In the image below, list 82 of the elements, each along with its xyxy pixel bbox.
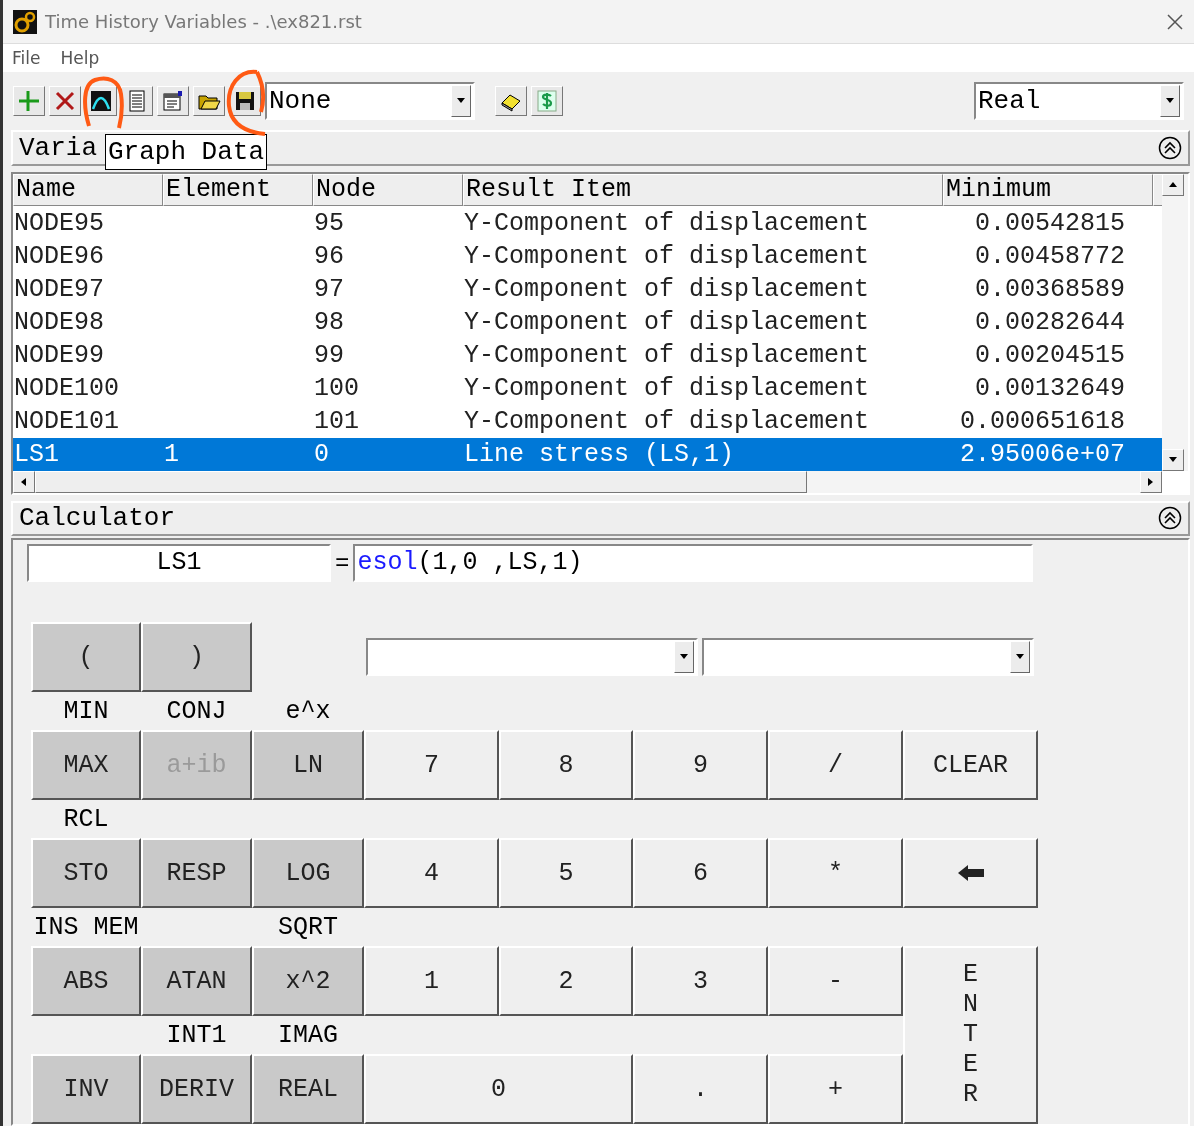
calculator-key[interactable]: * <box>768 838 903 908</box>
table-cell[interactable]: 2.95006e+07 <box>943 437 1162 471</box>
dropdown[interactable] <box>702 638 1034 676</box>
graph-icon <box>89 88 113 113</box>
calculator-key[interactable]: 8 <box>499 730 633 800</box>
calculator-key[interactable]: 2 <box>499 946 633 1016</box>
menu-item[interactable]: File <box>12 47 41 68</box>
type-dropdown[interactable]: Real <box>974 81 1184 120</box>
calculator-key[interactable]: ) <box>141 622 252 692</box>
calculator-key[interactable]: x^2 <box>252 946 364 1016</box>
column-header[interactable]: Node <box>313 173 463 206</box>
calculator-key[interactable]: / <box>768 730 903 800</box>
calculator-key[interactable]: MAX <box>31 730 141 800</box>
calculator-key[interactable]: 4 <box>364 838 499 908</box>
graph-button[interactable] <box>85 85 117 116</box>
add-icon <box>17 88 41 113</box>
filter-dropdown[interactable]: None <box>265 81 475 120</box>
key-caption: INT1 <box>165 1019 228 1052</box>
calculator-key[interactable]: 9 <box>633 730 768 800</box>
key-caption: CONJ <box>165 695 228 728</box>
table-cell[interactable]: LS1 <box>13 437 163 471</box>
close-icon[interactable] <box>1166 12 1184 31</box>
equals-sign: = <box>335 549 350 577</box>
calculator-key[interactable]: REAL <box>252 1054 364 1124</box>
calculator-key[interactable]: CLEAR <box>903 730 1038 800</box>
list-button[interactable] <box>121 85 153 116</box>
calculator-key[interactable]: 0 <box>364 1054 633 1124</box>
collapse-icon[interactable] <box>1158 506 1182 531</box>
expression-field[interactable]: esol(1,0 ,LS,1) <box>353 544 1034 582</box>
calculator-key[interactable]: LN <box>252 730 364 800</box>
section-title: Calculator <box>19 503 176 534</box>
key-caption: IMAG <box>277 1019 339 1052</box>
banknote-button[interactable] <box>531 85 563 116</box>
key-caption: RCL <box>62 803 110 836</box>
calculator-key[interactable]: ATAN <box>141 946 252 1016</box>
column-header[interactable]: Minimum <box>943 173 1153 206</box>
menu-item[interactable]: Help <box>60 47 100 68</box>
calculator-key[interactable]: INV <box>31 1054 141 1124</box>
calculator-key[interactable]: STO <box>31 838 141 908</box>
calculator-key[interactable]: 3 <box>633 946 768 1016</box>
calculator-key[interactable]: LOG <box>252 838 364 908</box>
calculator-key[interactable] <box>903 838 1038 908</box>
left-arrow-icon <box>19 476 29 487</box>
table-cell[interactable]: 1 <box>163 437 313 471</box>
section-title: Varia <box>19 133 97 163</box>
key-caption: e^x <box>284 695 332 728</box>
window-title: Time History Variables - .\ex821.rst <box>45 11 363 33</box>
calculator-key[interactable]: 6 <box>633 838 768 908</box>
calculator-key[interactable]: ABS <box>31 946 141 1016</box>
tooltip: Graph Data <box>105 134 268 170</box>
vertical-scrollbar[interactable] <box>1162 173 1188 471</box>
add-button[interactable] <box>13 85 45 116</box>
backspace-icon <box>957 865 984 881</box>
calculator-key[interactable]: DERIV <box>141 1054 252 1124</box>
variable-name-field[interactable]: LS1 <box>27 544 331 582</box>
calculator-key[interactable]: RESP <box>141 838 252 908</box>
dropdown[interactable] <box>366 638 698 676</box>
folder-button[interactable] <box>193 85 225 116</box>
key-caption: MIN <box>62 695 110 728</box>
properties-icon <box>161 88 185 113</box>
properties-button[interactable] <box>157 85 189 116</box>
calculator-key[interactable]: . <box>633 1054 768 1124</box>
app-icon <box>13 9 37 34</box>
calculator-key[interactable]: 1 <box>364 946 499 1016</box>
enter-key[interactable]: ENTER <box>903 946 1038 1124</box>
collapse-icon[interactable] <box>1158 136 1182 160</box>
table-cell[interactable]: Line stress (LS,1) <box>463 437 943 471</box>
column-header[interactable]: Element <box>163 173 313 206</box>
eraser-button[interactable] <box>495 85 527 116</box>
key-caption: INS MEM <box>32 911 140 944</box>
column-header[interactable]: Result Item <box>463 173 943 206</box>
calculator-key[interactable]: 5 <box>499 838 633 908</box>
key-caption: SQRT <box>277 911 339 944</box>
horizontal-scrollbar[interactable] <box>13 470 1162 493</box>
calculator-key[interactable]: - <box>768 946 903 1016</box>
calculator-key[interactable]: 7 <box>364 730 499 800</box>
banknote-icon <box>535 88 559 113</box>
column-header[interactable]: Name <box>13 173 163 206</box>
delete-button[interactable] <box>49 85 81 116</box>
table-cell[interactable]: 0 <box>313 437 463 471</box>
calculator-key[interactable]: + <box>768 1054 903 1124</box>
calculator-key[interactable]: ( <box>31 622 141 692</box>
